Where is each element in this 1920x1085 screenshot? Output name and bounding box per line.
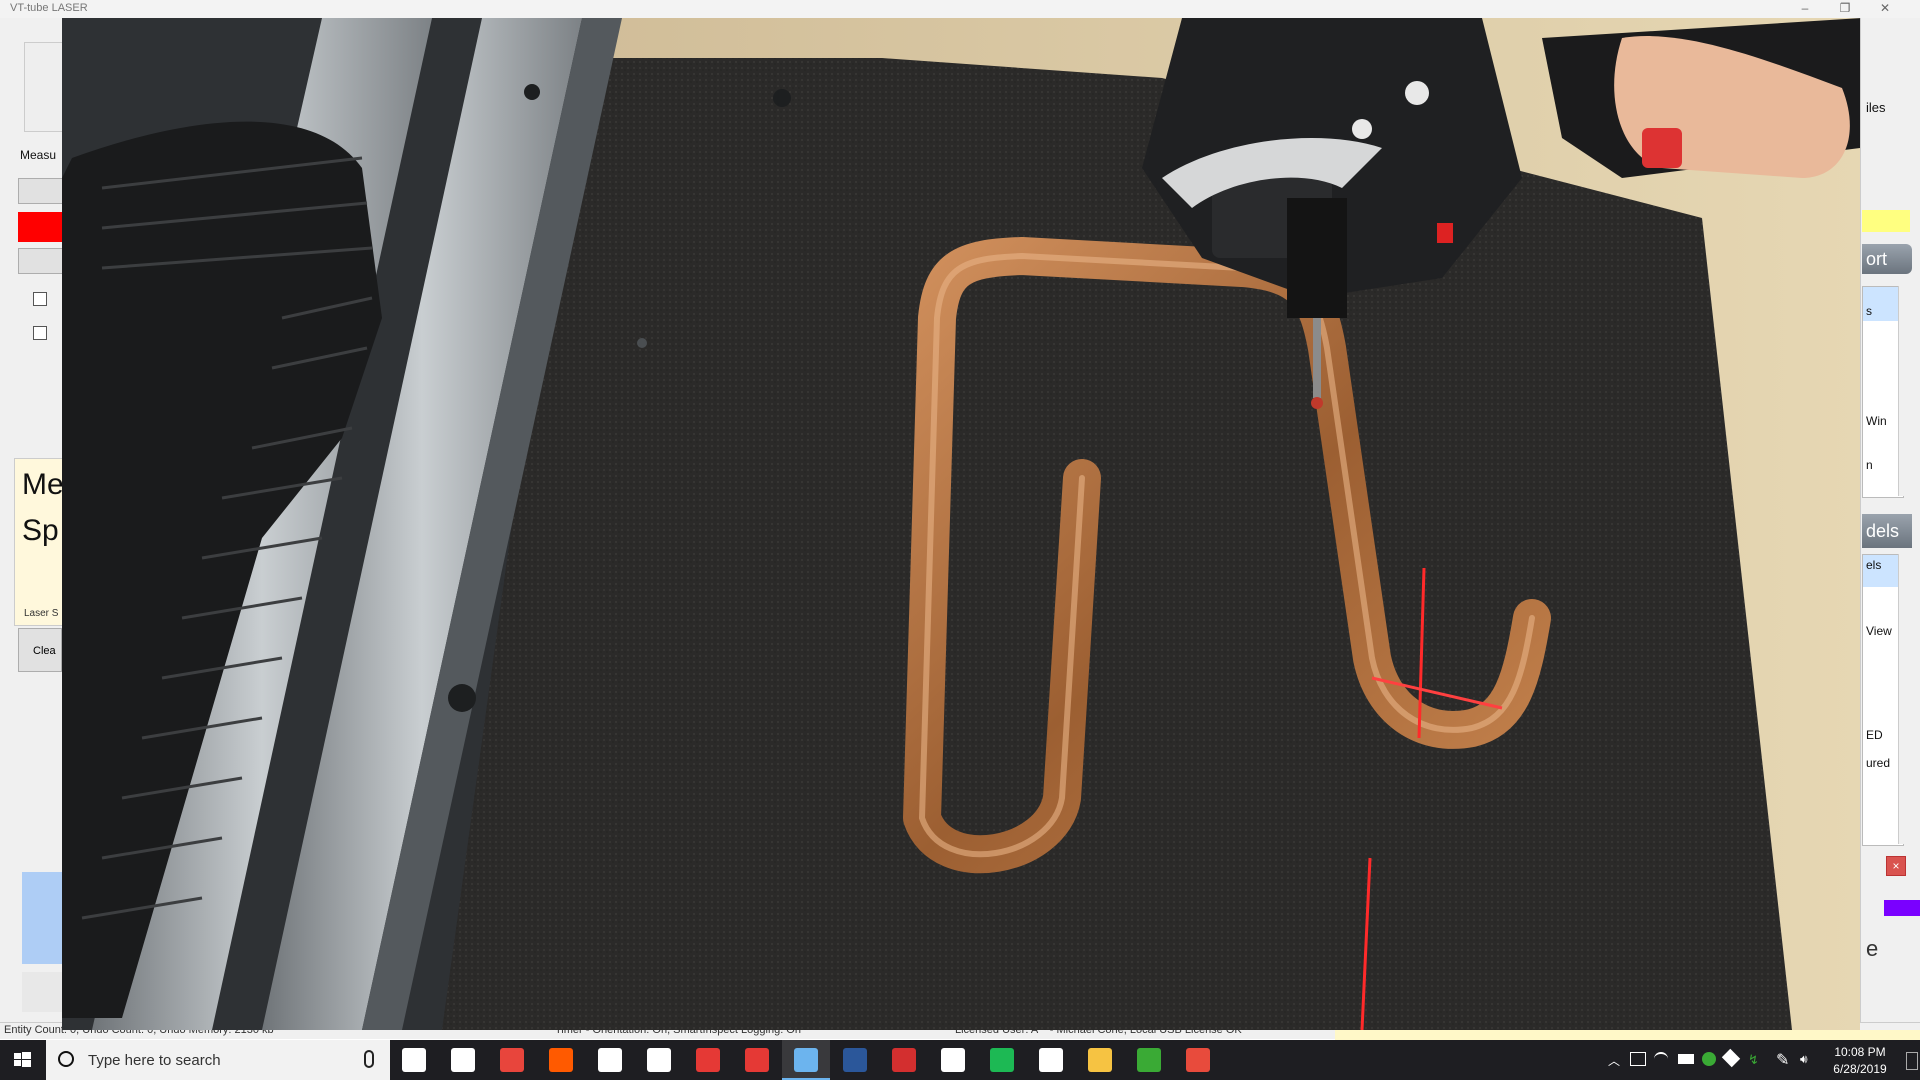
files-label[interactable]: iles xyxy=(1866,100,1886,115)
option-checkbox-1[interactable] xyxy=(33,292,47,306)
status-red-indicator xyxy=(18,212,62,242)
app-red-circle-icon[interactable] xyxy=(696,1048,720,1072)
clear-button[interactable]: Clea xyxy=(18,628,62,672)
microphone-icon[interactable] xyxy=(364,1050,374,1068)
close-button[interactable]: ✕ xyxy=(1870,1,1900,15)
status-highlight xyxy=(1335,1030,1920,1040)
file-explorer-icon[interactable] xyxy=(1088,1048,1112,1072)
notifications-icon[interactable] xyxy=(1906,1052,1918,1070)
laser-label: Laser S xyxy=(24,608,59,619)
tray-app-icon[interactable]: ↯ xyxy=(1748,1052,1759,1068)
dx-icon[interactable] xyxy=(745,1048,769,1072)
progress-bar xyxy=(1884,900,1920,916)
measure-text-line2: Sp xyxy=(22,514,59,547)
models-scrollbar[interactable] xyxy=(1898,554,1917,844)
list-item[interactable]: els xyxy=(1866,558,1881,572)
word-icon[interactable] xyxy=(843,1048,867,1072)
app-red-c-icon[interactable] xyxy=(1186,1048,1210,1072)
maximize-button[interactable]: ❐ xyxy=(1830,1,1860,15)
slack-icon[interactable] xyxy=(941,1048,965,1072)
option-checkbox-2[interactable] xyxy=(33,326,47,340)
yellow-field xyxy=(1862,210,1910,232)
measure-text-line1: Me xyxy=(22,468,64,501)
app-title: VT-tube LASER xyxy=(10,2,88,14)
list-item[interactable]: s xyxy=(1866,304,1872,318)
app-marker-icon[interactable] xyxy=(647,1048,671,1072)
search-icon xyxy=(58,1051,74,1067)
thumbnail xyxy=(22,972,62,1012)
list-item[interactable]: Win xyxy=(1866,414,1887,428)
app-green-p-icon[interactable] xyxy=(990,1048,1014,1072)
minimize-button[interactable]: – xyxy=(1790,1,1820,15)
wifi-icon[interactable] xyxy=(1654,1052,1668,1066)
tray-date[interactable]: 6/28/2019 xyxy=(1820,1062,1900,1076)
close-icon[interactable]: × xyxy=(1886,856,1906,876)
list-item[interactable]: ED xyxy=(1866,728,1883,742)
tray-chevron-icon[interactable]: ︿ xyxy=(1608,1052,1620,1069)
import-button[interactable]: ort xyxy=(1862,244,1912,274)
measure-button[interactable] xyxy=(18,178,64,204)
preview-panel xyxy=(22,872,62,964)
app-title-bar xyxy=(0,0,1920,19)
chrome-icon[interactable] xyxy=(500,1048,524,1072)
models-button[interactable]: dels xyxy=(1862,514,1912,548)
app-pen-icon[interactable] xyxy=(598,1048,622,1072)
search-placeholder[interactable]: Type here to search xyxy=(88,1052,221,1069)
app-star-icon[interactable] xyxy=(892,1048,916,1072)
app-logo xyxy=(24,42,64,132)
active-app-icon[interactable] xyxy=(794,1048,818,1072)
battery-icon[interactable] xyxy=(1678,1054,1694,1064)
mail-icon[interactable] xyxy=(1039,1048,1063,1072)
laser-scanner-video[interactable] xyxy=(62,18,1860,1030)
list-item[interactable]: View xyxy=(1866,624,1892,638)
list-scrollbar[interactable] xyxy=(1898,286,1917,496)
measure-label: Measu xyxy=(20,148,57,162)
volume-icon[interactable]: 🔊︎ xyxy=(1800,1052,1808,1067)
tray-time[interactable]: 10:08 PM xyxy=(1820,1044,1900,1060)
app-orange-icon[interactable] xyxy=(549,1048,573,1072)
store-icon[interactable] xyxy=(451,1048,475,1072)
green-tray-icon[interactable] xyxy=(1702,1052,1716,1066)
list-item[interactable]: ured xyxy=(1866,756,1890,770)
panel-button[interactable] xyxy=(18,248,64,274)
measure-speed-text: Me Sp xyxy=(22,462,64,554)
network-icon[interactable] xyxy=(1630,1052,1646,1066)
windows-start-icon[interactable] xyxy=(0,1040,46,1080)
pen-icon[interactable]: ✎ xyxy=(1776,1050,1789,1070)
app-green-c-icon[interactable] xyxy=(1137,1048,1161,1072)
cut-text: e xyxy=(1866,936,1879,961)
task-view-icon[interactable] xyxy=(402,1048,426,1072)
list-item[interactable]: n xyxy=(1866,458,1873,472)
